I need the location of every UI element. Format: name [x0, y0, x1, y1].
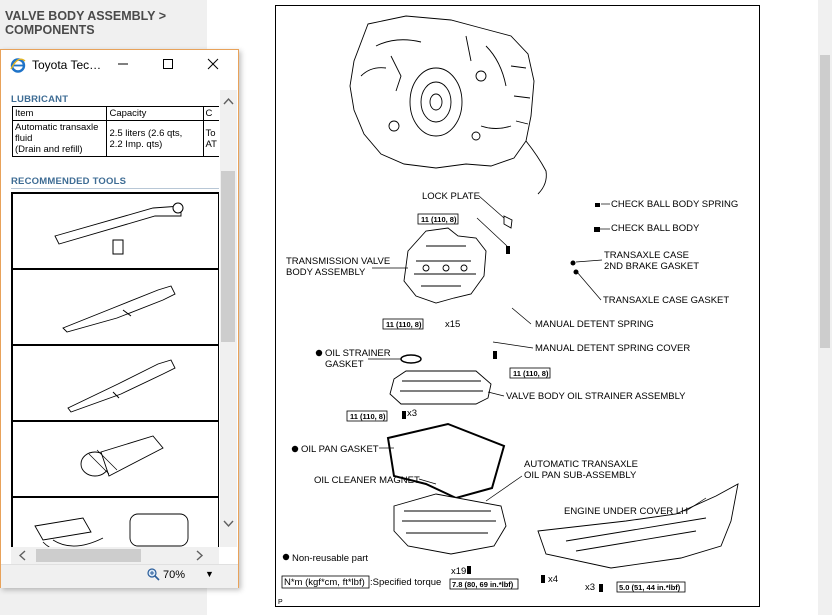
main-scroll-down-arrow[interactable]	[818, 600, 832, 615]
engine-under-cover-illustration	[537, 483, 739, 569]
capacity-line-1: 2.5 liters (2.6 qts,	[109, 127, 183, 139]
legend-non-reusable: Non-reusable part	[292, 553, 368, 564]
torque-valve-body: 11 (110, 8)	[386, 320, 422, 329]
popup-status-bar	[1, 564, 238, 588]
scroll-down-arrow-icon[interactable]	[220, 517, 237, 531]
label-strainer-assembly: VALVE BODY OIL STRAINER ASSEMBLY	[506, 391, 686, 402]
count-x15: x15	[445, 319, 460, 330]
label-valve-body-1: TRANSMISSION VALVE	[286, 256, 390, 267]
popup-content: LUBRICANT Item Capacity C Automatic tran…	[1, 80, 219, 547]
count-x4: x4	[548, 574, 558, 585]
section-breadcrumb[interactable]: VALVE BODY ASSEMBLY > COMPONENTS	[5, 9, 205, 37]
minimize-icon	[118, 63, 128, 65]
class-line-2: AT	[205, 138, 217, 150]
item-name: Automatic transaxle fluid	[15, 122, 99, 144]
label-strainer-gasket-2: GASKET	[325, 359, 364, 370]
label-cleaner-magnet: OIL CLEANER MAGNET	[314, 475, 420, 486]
torque-oil-pan: 7.8 (80, 69 in.*lbf)	[452, 580, 514, 589]
table-cell-item: Automatic transaxle fluid (Drain and refi…	[11, 120, 108, 157]
section-divider	[11, 188, 219, 189]
label-valve-body-2: BODY ASSEMBLY	[286, 267, 366, 278]
table-cell-capacity: 2.5 liters (2.6 qts, 2.2 Imp. qts)	[106, 120, 204, 157]
close-icon	[207, 58, 219, 70]
legend-specified-torque: :Specified torque	[370, 577, 441, 588]
close-button[interactable]	[203, 55, 223, 73]
internet-explorer-icon	[10, 58, 26, 73]
label-lock-plate: LOCK PLATE	[422, 191, 480, 202]
popup-titlebar[interactable]: Toyota Tec…	[1, 50, 238, 80]
torque-detent-cover: 11 (110, 8)	[513, 369, 549, 378]
tool-cell	[11, 344, 219, 422]
label-strainer-gasket-1: OIL STRAINER	[325, 348, 391, 359]
scroll-right-arrow-icon[interactable]	[193, 547, 207, 564]
label-brake-gasket-1: TRANSAXLE CASE	[604, 250, 689, 261]
tool-row	[11, 496, 219, 547]
tool-row	[11, 268, 219, 346]
tools-table	[11, 192, 219, 547]
table-header-row: Item Capacity C	[11, 106, 219, 121]
lubricant-table: Item Capacity C Automatic transaxle flui…	[11, 106, 219, 157]
label-under-cover: ENGINE UNDER COVER LH	[564, 506, 688, 517]
class-line-1: To	[205, 127, 216, 139]
oil-pan-gasket-illustration	[386, 422, 506, 500]
oil-strainer-illustration	[389, 370, 492, 405]
zoom-magnifier-icon[interactable]	[147, 568, 160, 581]
torque-strainer: 11 (110, 8)	[350, 412, 386, 421]
label-check-ball-spring: CHECK BALL BODY SPRING	[611, 199, 738, 210]
torque-wrench-image	[54, 202, 184, 255]
table-header-item: Item	[11, 106, 108, 121]
count-x19: x19	[451, 566, 466, 577]
page-marker: P	[278, 599, 283, 606]
capacity-line-2: 2.2 Imp. qts)	[109, 138, 163, 150]
table-cell-classification: To AT	[202, 120, 219, 157]
toyota-tech-popup-window[interactable]: Toyota Tec… LUBRICANT Item Capacity C Au…	[0, 49, 239, 588]
lubricant-header: LUBRICANT	[11, 94, 69, 105]
torque-lock-plate: 11 (110, 8)	[421, 215, 457, 224]
item-note: (Drain and refill)	[15, 144, 83, 155]
zoom-dropdown-icon[interactable]: ▼	[205, 569, 214, 579]
label-oil-pan-1: AUTOMATIC TRANSAXLE	[524, 459, 638, 470]
maximize-icon	[163, 59, 173, 69]
minimize-button[interactable]	[113, 55, 133, 73]
popup-vertical-scroll-thumb[interactable]	[221, 171, 235, 342]
tool-cell	[11, 496, 219, 547]
tool-row	[11, 344, 219, 422]
maximize-button[interactable]	[158, 55, 178, 73]
legend-torque-units: N*m (kgf*cm, ft*lbf)	[284, 577, 365, 588]
transaxle-illustration	[349, 15, 547, 195]
label-detent-cover: MANUAL DETENT SPRING COVER	[535, 343, 690, 354]
count-x3-strainer: x3	[407, 408, 417, 419]
label-oil-pan-gasket: OIL PAN GASKET	[301, 444, 379, 455]
scroll-up-arrow-icon[interactable]	[220, 94, 237, 108]
scroll-left-arrow-icon[interactable]	[15, 547, 29, 564]
tool-cell	[11, 420, 219, 498]
valve-body-illustration	[403, 227, 487, 304]
components-diagram: LOCK PLATE CHECK BALL BODY SPRING CHECK …	[275, 5, 760, 607]
zoom-level[interactable]: 70%	[163, 569, 185, 581]
recommended-tools-header: RECOMMENDED TOOLS	[11, 176, 127, 187]
tool-cell	[11, 268, 219, 346]
socket-wrench-image	[80, 435, 164, 477]
table-row: Automatic transaxle fluid (Drain and refi…	[11, 120, 219, 157]
oil-pan-illustration	[393, 493, 507, 555]
screwdriver-large-image	[67, 359, 176, 413]
tool-row	[11, 420, 219, 498]
tool-cell	[11, 192, 219, 270]
table-header-classification: C	[202, 106, 219, 121]
tool-row	[11, 192, 219, 270]
torque-under-cover: 5.0 (51, 44 in.*lbf)	[619, 583, 681, 592]
multimeter-image	[34, 513, 189, 547]
diagram-canvas: LOCK PLATE CHECK BALL BODY SPRING CHECK …	[278, 15, 739, 606]
screwdriver-image	[62, 285, 176, 333]
label-brake-gasket-2: 2ND BRAKE GASKET	[604, 261, 699, 272]
label-check-ball-body: CHECK BALL BODY	[611, 223, 700, 234]
popup-horizontal-scroll-thumb[interactable]	[36, 549, 141, 562]
label-detent-spring: MANUAL DETENT SPRING	[535, 319, 654, 330]
label-oil-pan-2: OIL PAN SUB-ASSEMBLY	[524, 470, 637, 481]
popup-title: Toyota Tec…	[32, 58, 102, 72]
table-header-capacity: Capacity	[106, 106, 204, 121]
count-x3-cover: x3	[585, 582, 595, 593]
main-scrollbar-thumb[interactable]	[820, 55, 830, 348]
label-case-gasket: TRANSAXLE CASE GASKET	[603, 295, 729, 306]
